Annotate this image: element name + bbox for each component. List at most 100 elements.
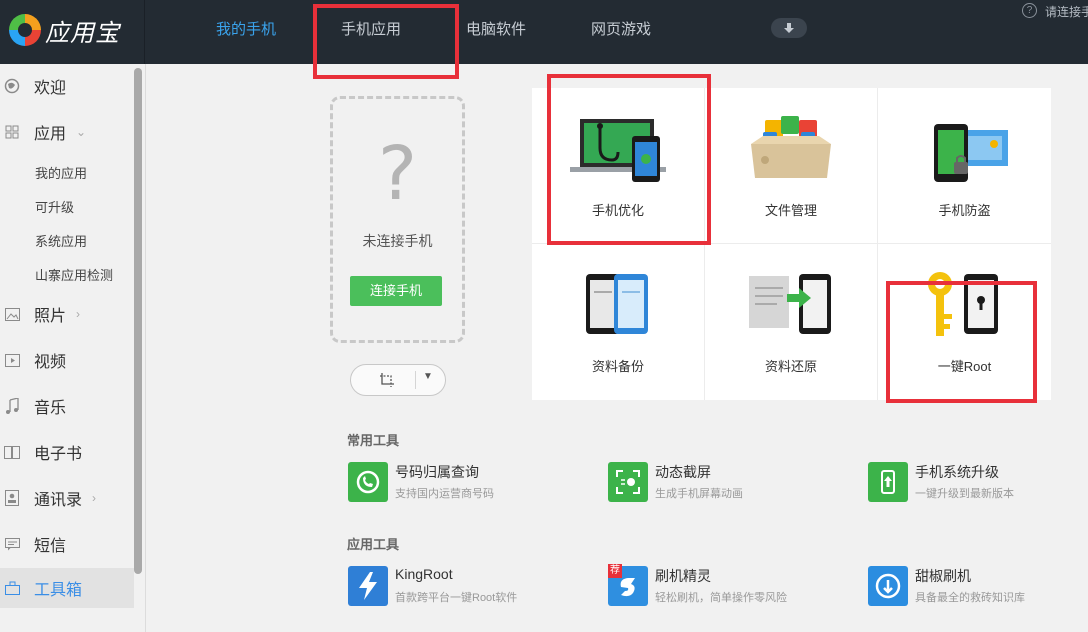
phone-connection-card: ? 未连接手机 连接手机 — [330, 96, 465, 343]
tool-desc: 具备最全的救砖知识库 — [915, 592, 1025, 604]
download-icon — [784, 23, 794, 33]
connect-phone-button[interactable]: 连接手机 — [350, 276, 442, 306]
tool-pepper-flash[interactable]: 甜椒刷机 具备最全的救砖知识库 — [868, 564, 1088, 608]
sidebar-item-apps[interactable]: 应用 ⌄ — [0, 112, 134, 152]
tool-desc: 轻松刷机，简单操作零风险 — [655, 592, 787, 604]
common-tools-title: 常用工具 — [347, 433, 400, 448]
feature-grid: 手机优化 文件管理 手机防盗 资料备份 资料还原 一键Root — [532, 88, 1051, 400]
divider — [415, 371, 416, 389]
screen-capture-icon — [608, 462, 648, 502]
restore-arrow-icon — [749, 274, 831, 334]
toolbox-icon — [4, 580, 20, 596]
book-icon — [4, 444, 20, 460]
feature-label: 手机优化 — [591, 203, 644, 218]
sidebar-item-contacts[interactable]: 通讯录 › — [0, 478, 134, 518]
sidebar-scrollbar[interactable] — [134, 68, 142, 574]
key-phone-icon — [928, 272, 998, 336]
sidebar-item-music[interactable]: 音乐 — [0, 386, 134, 426]
sidebar-label: 通讯录 — [34, 492, 83, 509]
chevron-right-icon: › — [92, 491, 97, 505]
tool-system-upgrade[interactable]: 手机系统升级 一键升级到最新版本 — [868, 460, 1088, 504]
tool-name: 甜椒刷机 — [915, 568, 971, 584]
video-icon — [4, 352, 20, 368]
app-logo-icon — [9, 14, 41, 46]
laptop-stethoscope-icon — [570, 119, 666, 182]
feature-label: 一键Root — [937, 359, 992, 374]
sidebar-sub-system-apps[interactable]: 系统应用 — [35, 231, 87, 250]
download-button[interactable] — [771, 18, 807, 38]
tab-my-phone[interactable]: 我的手机 — [216, 18, 276, 39]
question-mark-icon: ? — [377, 131, 418, 217]
globe-icon — [4, 78, 20, 94]
tool-desc: 一键升级到最新版本 — [915, 488, 1014, 500]
tool-desc: 首款跨平台一键Root软件 — [395, 592, 518, 604]
sidebar-item-videos[interactable]: 视频 — [0, 340, 134, 380]
sidebar-item-photos[interactable]: 照片 › — [0, 294, 134, 334]
lightning-icon — [348, 566, 388, 606]
feature-phone-optimize[interactable]: 手机优化 — [532, 88, 705, 244]
app-title: 应用宝 — [45, 20, 120, 47]
phone-search-icon — [348, 462, 388, 502]
sidebar-label: 应用 — [34, 126, 67, 143]
sidebar-sub-fake-app-check[interactable]: 山寨应用检测 — [35, 265, 113, 284]
phone-lock-icon — [934, 124, 1008, 182]
crop-icon — [380, 373, 394, 387]
image-icon — [4, 306, 20, 322]
tool-flash-sprite[interactable]: 荐 刷机精灵 轻松刷机，简单操作零风险 — [608, 564, 848, 608]
tool-name: KingRoot — [395, 566, 453, 582]
sidebar-label: 工具箱 — [34, 582, 83, 599]
backup-phones-icon — [586, 274, 648, 334]
sidebar-label: 欢迎 — [34, 80, 67, 97]
tool-kingroot[interactable]: KingRoot 首款跨平台一键Root软件 — [348, 564, 588, 608]
connect-hint[interactable]: 请连接手 — [1045, 3, 1088, 20]
grid-icon — [4, 124, 20, 140]
help-icon[interactable]: ? — [1022, 3, 1037, 18]
feature-label: 文件管理 — [764, 203, 817, 218]
phone-status-text: 未连接手机 — [362, 233, 433, 249]
sidebar-label: 电子书 — [34, 446, 83, 463]
message-icon — [4, 536, 20, 552]
tab-web-games[interactable]: 网页游戏 — [591, 18, 651, 39]
sidebar: 欢迎 应用 ⌄ 我的应用 可升级 系统应用 山寨应用检测 照片 › 视频 音乐 … — [0, 64, 146, 632]
tool-desc: 支持国内运营商号码 — [395, 488, 494, 500]
sidebar-label: 视频 — [34, 354, 67, 371]
tool-desc: 生成手机屏幕动画 — [655, 488, 743, 500]
sidebar-label: 照片 — [34, 308, 67, 325]
tool-name: 手机系统升级 — [915, 464, 999, 480]
top-bar: 应用宝 我的手机 手机应用 电脑软件 网页游戏 ? 请连接手 — [0, 0, 1088, 64]
feature-label: 手机防盗 — [938, 203, 991, 218]
feature-anti-theft[interactable]: 手机防盗 — [878, 88, 1051, 244]
sidebar-item-toolbox[interactable]: 工具箱 — [0, 568, 134, 608]
pepper-flash-icon — [868, 566, 908, 606]
chevron-down-icon: ⌄ — [76, 125, 87, 139]
tool-dynamic-screenshot[interactable]: 动态截屏 生成手机屏幕动画 — [608, 460, 848, 504]
sidebar-label: 音乐 — [34, 400, 67, 417]
sidebar-sub-my-apps[interactable]: 我的应用 — [35, 163, 87, 182]
tool-name: 号码归属查询 — [395, 464, 479, 480]
tool-name: 刷机精灵 — [655, 568, 711, 584]
tool-number-lookup[interactable]: 号码归属查询 支持国内运营商号码 — [348, 460, 588, 504]
music-icon — [4, 398, 20, 414]
feature-data-restore[interactable]: 资料还原 — [705, 244, 878, 400]
feature-file-manager[interactable]: 文件管理 — [705, 88, 878, 244]
screenshot-button[interactable]: ▼ — [350, 364, 446, 396]
sidebar-item-ebooks[interactable]: 电子书 — [0, 432, 134, 472]
logo-area: 应用宝 — [0, 0, 145, 64]
sidebar-item-sms[interactable]: 短信 — [0, 524, 134, 564]
tab-phone-apps[interactable]: 手机应用 — [341, 18, 401, 39]
phone-upgrade-icon — [868, 462, 908, 502]
contacts-icon — [4, 490, 20, 506]
tool-name: 动态截屏 — [655, 464, 711, 480]
sidebar-item-welcome[interactable]: 欢迎 — [0, 66, 134, 106]
sidebar-sub-upgradable[interactable]: 可升级 — [35, 197, 74, 216]
sidebar-label: 短信 — [34, 538, 67, 555]
app-tools-title: 应用工具 — [347, 537, 400, 552]
feature-label: 资料备份 — [591, 359, 644, 374]
tab-pc-software[interactable]: 电脑软件 — [466, 18, 526, 39]
feature-label: 资料还原 — [764, 359, 817, 374]
feature-data-backup[interactable]: 资料备份 — [532, 244, 705, 400]
file-box-icon — [751, 116, 831, 178]
feature-one-click-root[interactable]: 一键Root — [878, 244, 1051, 400]
chevron-down-icon[interactable]: ▼ — [423, 371, 433, 382]
chevron-right-icon: › — [76, 307, 81, 321]
